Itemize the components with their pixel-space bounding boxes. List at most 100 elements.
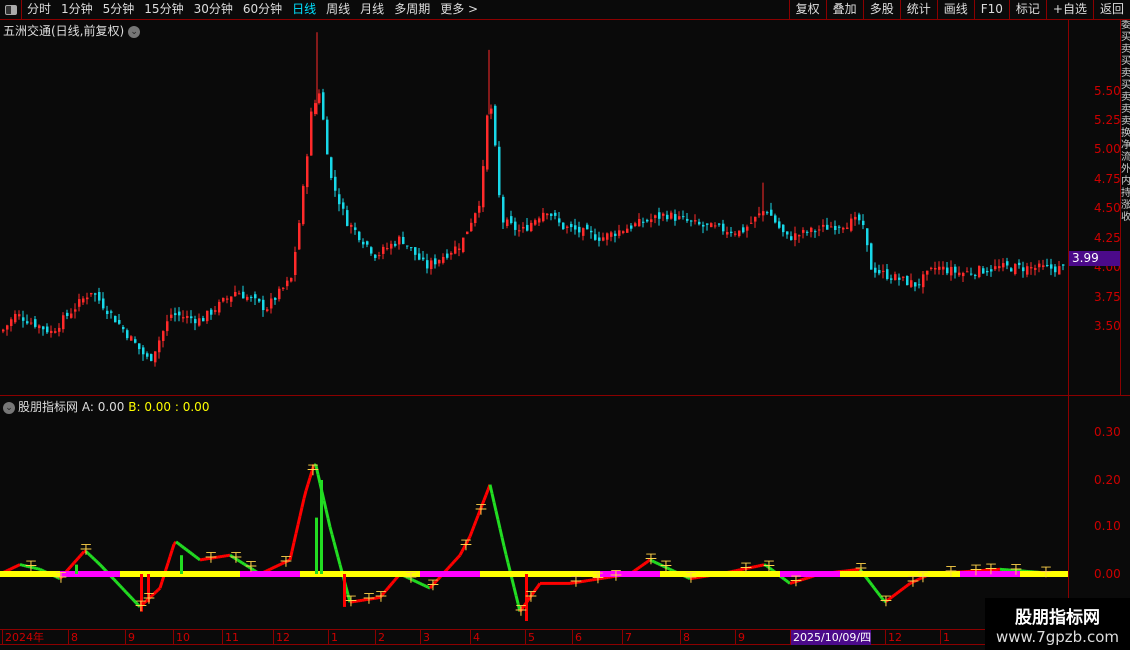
candle-body xyxy=(54,331,57,333)
indicator-b-value: B: 0.00 : 0.00 xyxy=(128,400,210,414)
candle-body xyxy=(10,319,13,326)
indicator-baseline-segment xyxy=(880,571,890,577)
candle-body xyxy=(842,227,845,230)
toolbar-button[interactable]: 返回 xyxy=(1092,0,1130,20)
candle-body xyxy=(942,266,945,270)
indicator-line-segment xyxy=(269,567,273,571)
indicator-line-segment xyxy=(306,477,312,485)
candle-body xyxy=(218,301,221,313)
period-tab[interactable]: 60分钟 xyxy=(238,0,287,19)
candle-body xyxy=(198,318,201,326)
indicator-line-segment xyxy=(392,577,398,583)
candle-body xyxy=(202,318,205,322)
candle-body xyxy=(1054,266,1057,273)
candle-body xyxy=(502,196,505,223)
candle-body xyxy=(118,319,121,324)
candle-body xyxy=(166,321,169,332)
signal-marker: 干 xyxy=(405,571,417,585)
period-tab[interactable]: 月线 xyxy=(355,0,389,19)
indicator-line-segment xyxy=(510,578,516,588)
candle-body xyxy=(822,224,825,227)
candle-body xyxy=(278,288,281,300)
toolbar-button[interactable]: 叠加 xyxy=(825,0,863,20)
candle-body xyxy=(514,221,517,230)
indicator-line-segment xyxy=(70,561,76,567)
period-tab[interactable]: 15分钟 xyxy=(139,0,188,19)
candle-body xyxy=(998,266,1001,269)
period-tab[interactable]: 周线 xyxy=(321,0,355,19)
candle-body xyxy=(946,267,949,274)
candle-body xyxy=(1026,266,1029,275)
indicator-baseline-segment xyxy=(870,571,880,577)
candle-body xyxy=(286,280,289,287)
indicator-baseline-segment xyxy=(220,571,230,577)
candle-body xyxy=(954,266,957,273)
indicator-baseline-segment xyxy=(540,571,550,577)
chevron-down-icon[interactable]: ⌄ xyxy=(3,401,15,414)
candle-body xyxy=(510,216,513,224)
candle-body xyxy=(90,292,93,295)
toolbar-button[interactable]: 统计 xyxy=(899,0,937,20)
date-tick: 2025/10/09/四 xyxy=(790,630,872,645)
signal-marker: 干 xyxy=(660,559,672,573)
indicator-line-segment xyxy=(496,519,502,529)
indicator-baseline-segment xyxy=(640,571,650,577)
candle-body xyxy=(50,330,53,334)
candle-body xyxy=(306,156,309,188)
period-tab[interactable]: 30分钟 xyxy=(189,0,238,19)
indicator-line-segment xyxy=(494,510,500,521)
indicator-baseline-segment xyxy=(120,571,130,577)
chart-area[interactable]: 干干干干干干 干干 干干干干干干干干干干干干干干干干干干 干干干干干干干干干干干 xyxy=(0,20,1068,630)
right-info-strip[interactable]: 委买卖买卖买卖卖卖换净流外内持涨收 xyxy=(1120,20,1130,395)
period-tab[interactable]: 多周期 xyxy=(389,0,435,19)
indicator-line-segment xyxy=(390,580,396,585)
signal-marker: 干 xyxy=(855,561,867,575)
candle-body xyxy=(1014,263,1017,275)
candle-body xyxy=(322,92,325,120)
candle-body xyxy=(826,224,829,230)
indicator-line-segment xyxy=(454,556,460,561)
period-tab[interactable]: 更多 > xyxy=(435,0,483,19)
candle-body xyxy=(330,157,333,179)
indicator-line-segment xyxy=(386,584,392,590)
layout-toggle-button[interactable] xyxy=(0,0,22,19)
candle-body xyxy=(366,241,369,245)
toolbar-button[interactable]: 标记 xyxy=(1008,0,1046,20)
indicator-baseline-segment xyxy=(450,571,460,577)
candle-body xyxy=(518,230,521,232)
indicator-baseline-segment xyxy=(550,571,560,577)
indicator-line-segment xyxy=(187,549,191,554)
indicator-baseline-segment xyxy=(90,571,100,577)
candle-body xyxy=(486,115,489,170)
toolbar-button[interactable]: F10 xyxy=(973,0,1009,20)
period-tab[interactable]: 1分钟 xyxy=(56,0,98,19)
toolbar-button[interactable]: 画线 xyxy=(936,0,974,20)
candle-body xyxy=(958,272,961,276)
indicator-baseline-segment xyxy=(1000,571,1010,577)
candle-body xyxy=(38,325,41,329)
indicator-line-segment xyxy=(472,520,478,527)
candle-body xyxy=(962,272,965,277)
toolbar-button[interactable]: 多股 xyxy=(862,0,900,20)
candle-body xyxy=(350,224,353,227)
candle-body xyxy=(310,111,313,156)
period-tab[interactable]: 5分钟 xyxy=(98,0,140,19)
candle-body xyxy=(1050,264,1053,269)
toolbar-button[interactable]: +自选 xyxy=(1045,0,1093,20)
indicator-baseline-segment xyxy=(460,571,470,577)
indicator-bar xyxy=(75,564,78,574)
candle-body xyxy=(754,216,757,222)
candle-body xyxy=(742,227,745,233)
indicator-baseline-segment xyxy=(260,571,270,577)
panel-divider[interactable] xyxy=(0,395,1130,396)
toolbar-button[interactable]: 复权 xyxy=(788,0,826,20)
indicator-line-segment xyxy=(39,567,43,572)
indicator-bar xyxy=(320,480,323,574)
indicator-line-segment xyxy=(502,545,508,555)
period-tab[interactable]: 日线 xyxy=(287,0,321,19)
candle-body xyxy=(142,347,145,355)
period-tab[interactable]: 分时 xyxy=(22,0,56,19)
indicator-line-segment xyxy=(322,500,328,510)
indicator-line-segment xyxy=(419,582,423,586)
indicator-line-segment xyxy=(417,581,421,585)
